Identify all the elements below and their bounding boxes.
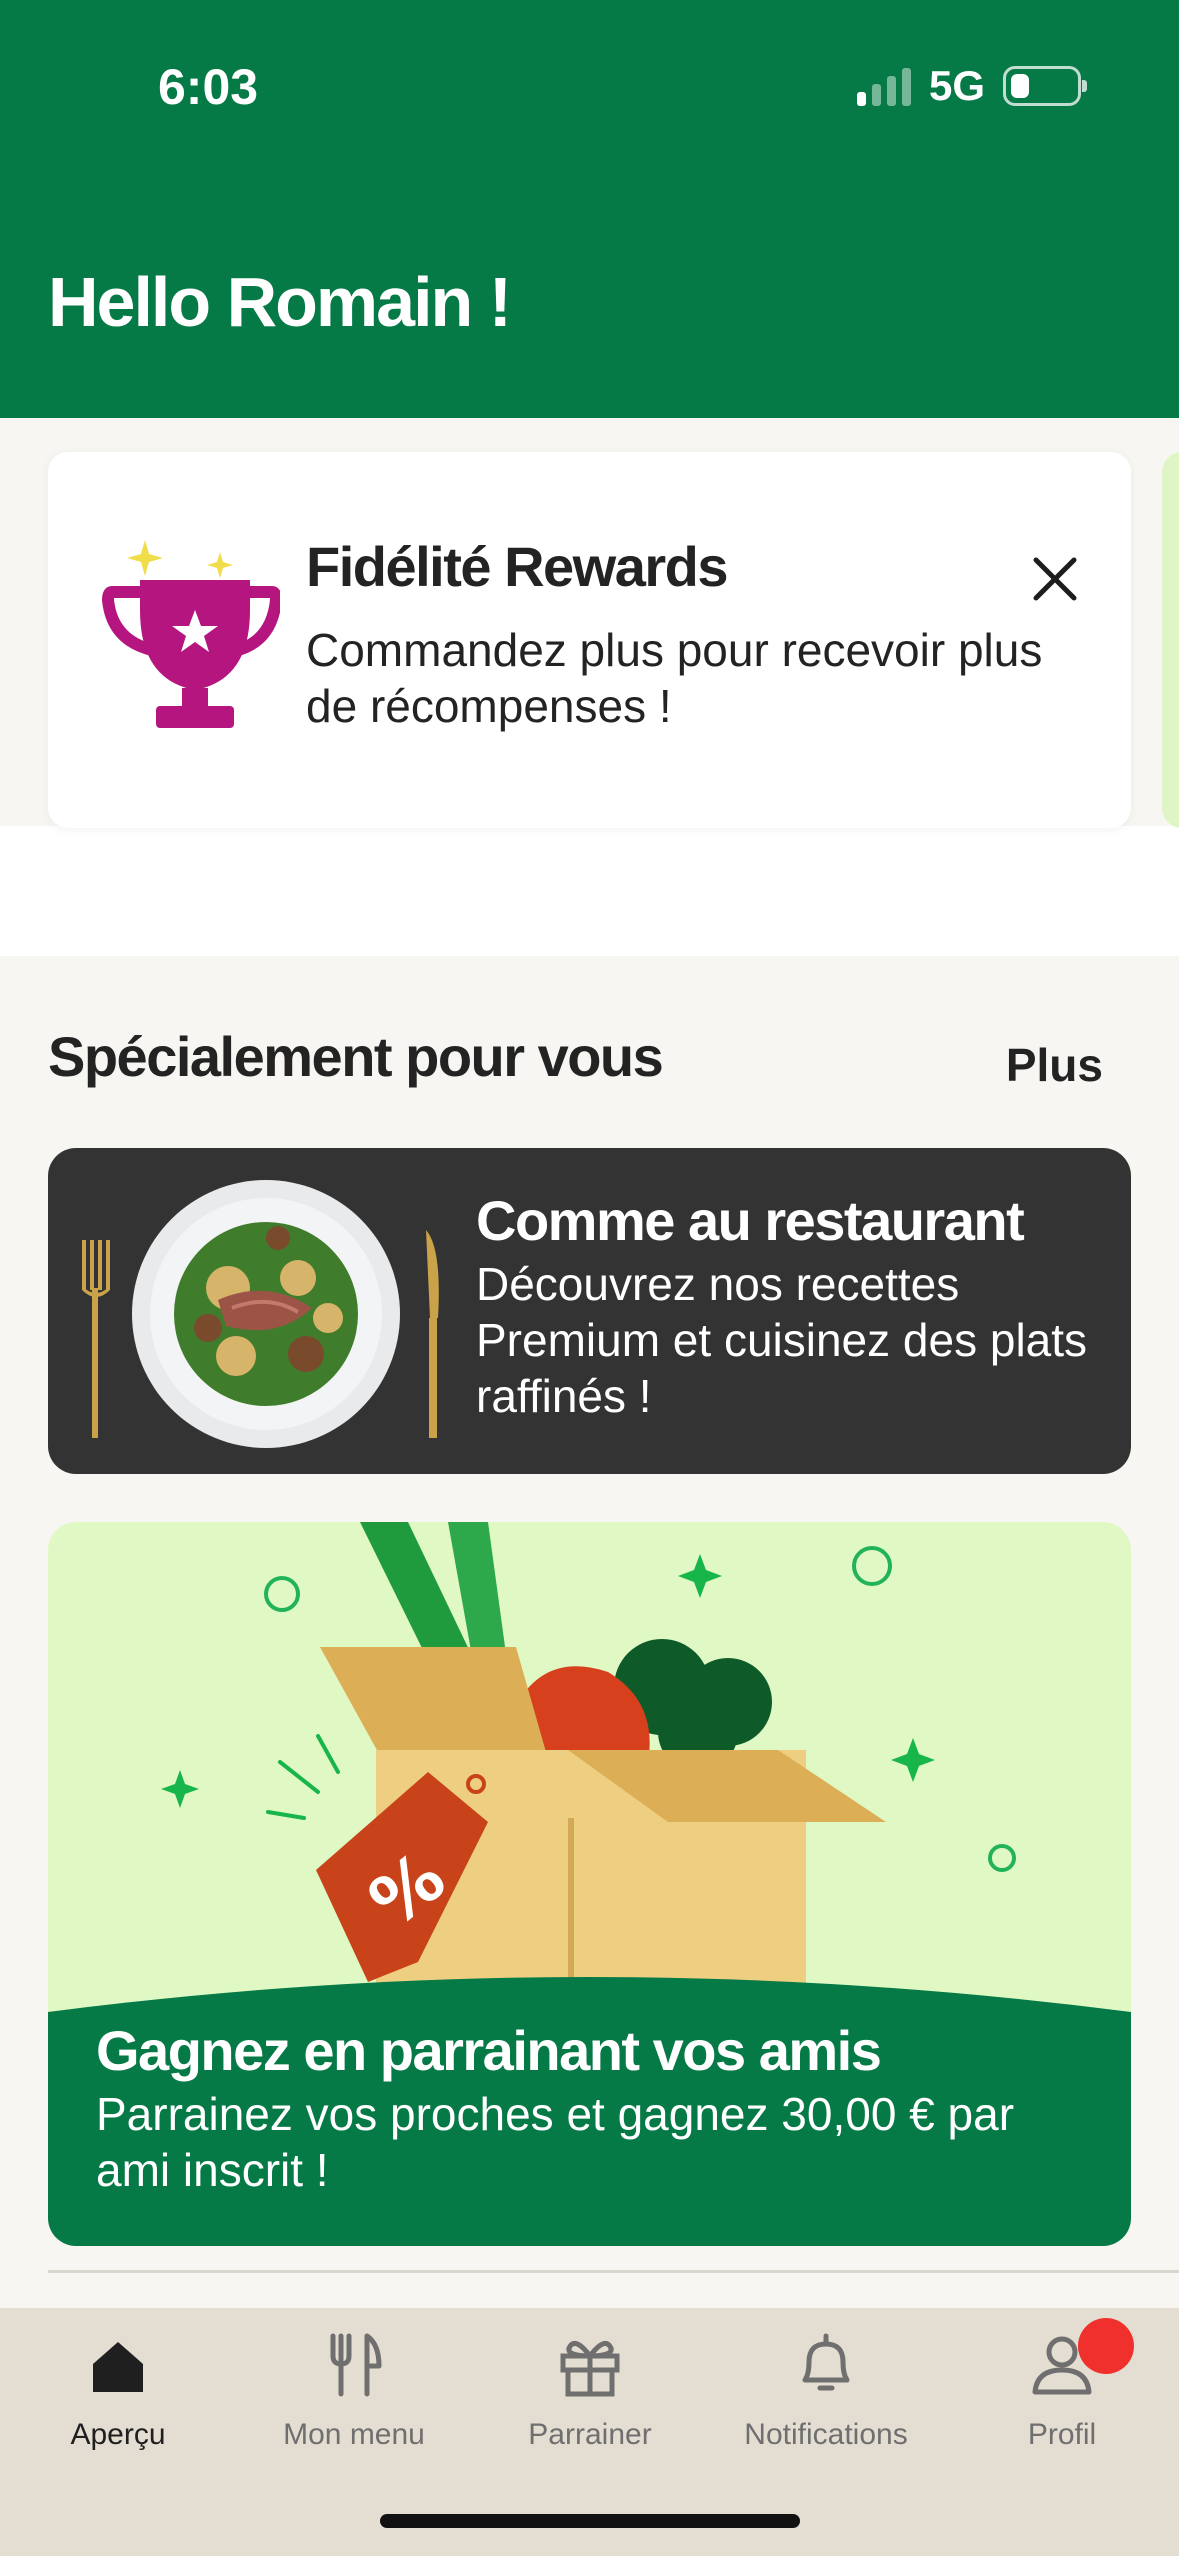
tab-label: Profil — [1027, 2418, 1097, 2451]
premium-description: Découvrez nos recettes Premium et cuisin… — [476, 1258, 1088, 1422]
home-icon — [93, 2342, 143, 2392]
section-title: Spécialement pour vous — [48, 1025, 664, 1088]
tab-notifications[interactable]: Notifications — [708, 2318, 944, 2468]
tab-parrainer[interactable]: Parrainer — [472, 2318, 708, 2468]
close-icon — [1033, 557, 1077, 601]
tab-label: Parrainer — [528, 2418, 652, 2451]
status-icons: 5G — [856, 62, 1087, 110]
tab-profil[interactable]: Profil — [944, 2318, 1179, 2468]
close-button[interactable] — [1020, 544, 1090, 614]
premium-title: Comme au restaurant — [476, 1189, 1025, 1252]
tab-mon-menu[interactable]: Mon menu — [236, 2318, 472, 2468]
rewards-title: Fidélité Rewards — [306, 535, 729, 598]
notification-badge — [1078, 2318, 1134, 2374]
tab-apercu[interactable]: Aperçu — [0, 2318, 236, 2468]
status-time: 6:03 — [158, 59, 259, 115]
gift-icon — [560, 2341, 620, 2397]
tab-label: Mon menu — [283, 2418, 425, 2451]
network-label: 5G — [928, 62, 985, 109]
content-divider — [48, 2270, 1179, 2273]
content-band — [0, 826, 1179, 956]
battery-icon — [1003, 66, 1087, 106]
dish-image — [82, 1180, 439, 1448]
home-indicator[interactable] — [380, 2514, 800, 2528]
bell-icon — [802, 2333, 850, 2391]
rewards-description: Commandez plus pour recevoir plus de réc… — [306, 624, 1043, 732]
tab-label: Aperçu — [70, 2418, 166, 2451]
greeting-title: Hello Romain ! — [48, 263, 512, 341]
signal-icon — [856, 66, 911, 106]
trophy-icon — [101, 540, 280, 728]
gift-box-illustration: % — [161, 1522, 1016, 2002]
premium-card[interactable]: Comme au restaurant Découvrez nos recett… — [48, 1148, 1131, 1474]
referral-description: Parrainez vos proches et gagnez 30,00 € … — [96, 2088, 1015, 2196]
more-link[interactable]: Plus — [1006, 1038, 1103, 1092]
fork-knife-icon — [330, 2333, 382, 2397]
referral-title: Gagnez en parrainant vos amis — [96, 2019, 882, 2082]
app-header: 6:03 5G Hello Romain ! — [0, 0, 1179, 418]
tab-label: Notifications — [744, 2418, 908, 2451]
referral-card[interactable]: % Gagnez en parrainant vos amis Parraine… — [48, 1522, 1131, 2246]
next-card-peek[interactable] — [1162, 452, 1179, 828]
rewards-card[interactable]: Fidélité Rewards Commandez plus pour rec… — [48, 452, 1131, 828]
